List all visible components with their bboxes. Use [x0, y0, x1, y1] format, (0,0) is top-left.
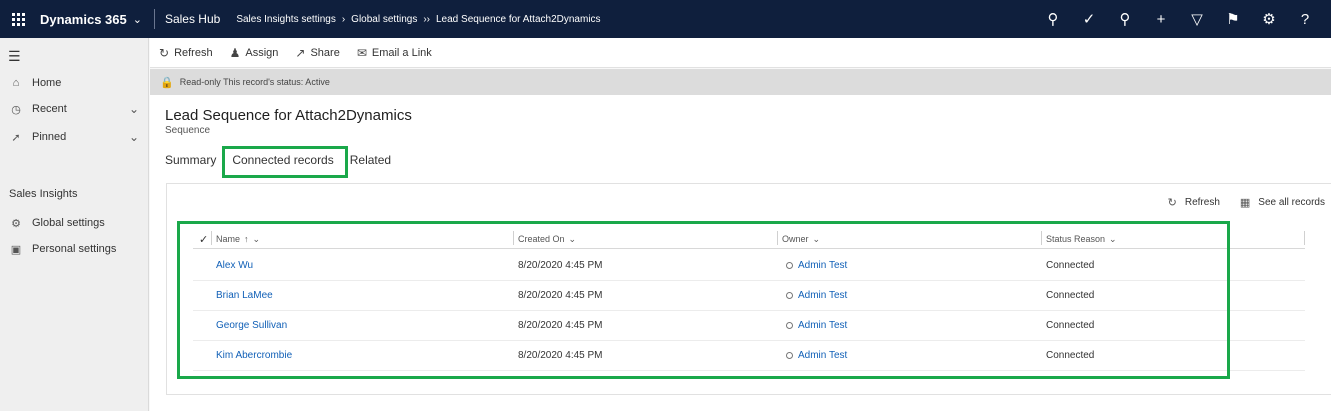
grid-command-bar: ↻ Refresh ▦ See all records [1148, 196, 1325, 209]
page-title: Lead Sequence for Attach2Dynamics [165, 107, 412, 124]
gear-icon[interactable]: ⚙ [1251, 10, 1287, 28]
refresh-icon: ↻ [1167, 197, 1177, 209]
lock-icon: 🔒 [160, 76, 174, 89]
nav-item-label: Home [32, 77, 62, 89]
breadcrumb: Sales Insights settings › Global setting… [236, 14, 600, 25]
refresh-icon: ↻ [159, 45, 170, 60]
nav-item-label: Recent [32, 103, 67, 115]
lightbulb-icon[interactable]: ⚲ [1107, 10, 1143, 28]
email-icon: ✉ [356, 45, 367, 60]
grid-view-icon: ▦ [1239, 197, 1251, 209]
app-switcher[interactable]: Dynamics 365 ⌄ [40, 12, 142, 27]
filter-icon[interactable]: ▽ [1179, 10, 1215, 28]
search-icon[interactable]: ⚲ [1035, 10, 1071, 28]
command-bar: ↻ Refresh ♟ Assign ↗ Share ✉ Email a Lin… [150, 38, 1331, 68]
nav-item-recent[interactable]: ◷ Recent ⌄ [0, 97, 149, 121]
task-icon[interactable]: ✓ [1071, 10, 1107, 28]
module-name[interactable]: Sales Hub [165, 12, 220, 26]
chevron-down-icon[interactable]: ⌄ [129, 130, 139, 144]
grid-refresh-button[interactable]: ↻ Refresh [1168, 196, 1220, 209]
home-icon: ⌂ [12, 77, 20, 89]
share-label: Share [310, 46, 340, 59]
nav-item-pinned[interactable]: ➚ Pinned ⌄ [0, 125, 149, 149]
nav-item-home[interactable]: ⌂ Home [0, 71, 149, 95]
tab-summary[interactable]: Summary [165, 153, 216, 173]
person-icon: ♟ [229, 45, 241, 60]
nav-item-label: Pinned [32, 131, 67, 143]
breadcrumb-separator-icon: ›› [423, 13, 430, 25]
refresh-button[interactable]: ↻ Refresh [159, 46, 213, 60]
nav-item-personal-settings[interactable]: ▣ Personal settings [0, 237, 149, 261]
hamburger-icon[interactable]: ☰ [8, 48, 21, 65]
chevron-down-icon[interactable]: ⌄ [129, 102, 139, 116]
email-link-button[interactable]: ✉ Email a Link [357, 46, 432, 60]
clock-icon: ◷ [11, 103, 21, 116]
app-name: Dynamics 365 [40, 11, 127, 27]
share-icon: ↗ [295, 45, 306, 60]
nav-item-label: Personal settings [32, 243, 117, 255]
email-link-label: Email a Link [371, 46, 432, 59]
breadcrumb-item[interactable]: Lead Sequence for Attach2Dynamics [436, 14, 601, 25]
top-navigation-bar: Dynamics 365 ⌄ Sales Hub Sales Insights … [0, 0, 1331, 38]
breadcrumb-item[interactable]: Sales Insights settings [236, 14, 336, 25]
record-form: Lead Sequence for Attach2Dynamics Sequen… [150, 95, 1331, 411]
assign-button[interactable]: ♟ Assign [230, 46, 279, 60]
cube-icon: ▣ [10, 243, 22, 256]
app-launcher-button[interactable] [0, 0, 36, 38]
refresh-label: Refresh [174, 46, 213, 59]
see-all-records-button[interactable]: ▦ See all records [1240, 196, 1325, 209]
see-all-label: See all records [1258, 197, 1325, 208]
settings-group-icon: ⚙ [11, 217, 21, 230]
help-icon[interactable]: ? [1287, 11, 1323, 28]
nav-item-label: Global settings [32, 217, 105, 229]
assign-label: Assign [245, 46, 279, 59]
plus-icon[interactable]: + [1143, 11, 1179, 28]
grid-refresh-label: Refresh [1184, 197, 1220, 208]
highlight-box-tab [222, 146, 348, 178]
tab-related[interactable]: Related [350, 153, 391, 173]
waffle-icon [11, 12, 25, 26]
pin-icon: ➚ [11, 131, 21, 144]
topbar-divider [153, 9, 155, 29]
column-divider [1304, 231, 1305, 245]
status-text: Read-only This record's status: Active [179, 77, 330, 87]
breadcrumb-separator-icon: › [341, 13, 346, 25]
breadcrumb-item[interactable]: Global settings [351, 14, 417, 25]
sitemap-nav: ☰ ⌂ Home ◷ Recent ⌄ ➚ Pinned ⌄ Sales Ins… [0, 38, 149, 411]
share-button[interactable]: ↗ Share [295, 46, 339, 60]
read-only-notification: 🔒 Read-only This record's status: Active [150, 69, 1331, 95]
assistant-icon[interactable]: ⚑ [1215, 10, 1251, 28]
entity-name: Sequence [165, 125, 211, 136]
chevron-down-icon: ⌄ [132, 13, 142, 26]
topbar-actions: ⚲ ✓ ⚲ + ▽ ⚑ ⚙ ? [1035, 0, 1323, 38]
nav-item-global-settings[interactable]: ⚙ Global settings [0, 211, 149, 235]
highlight-box-grid [177, 221, 1230, 379]
nav-section-title: Sales Insights [9, 188, 78, 200]
